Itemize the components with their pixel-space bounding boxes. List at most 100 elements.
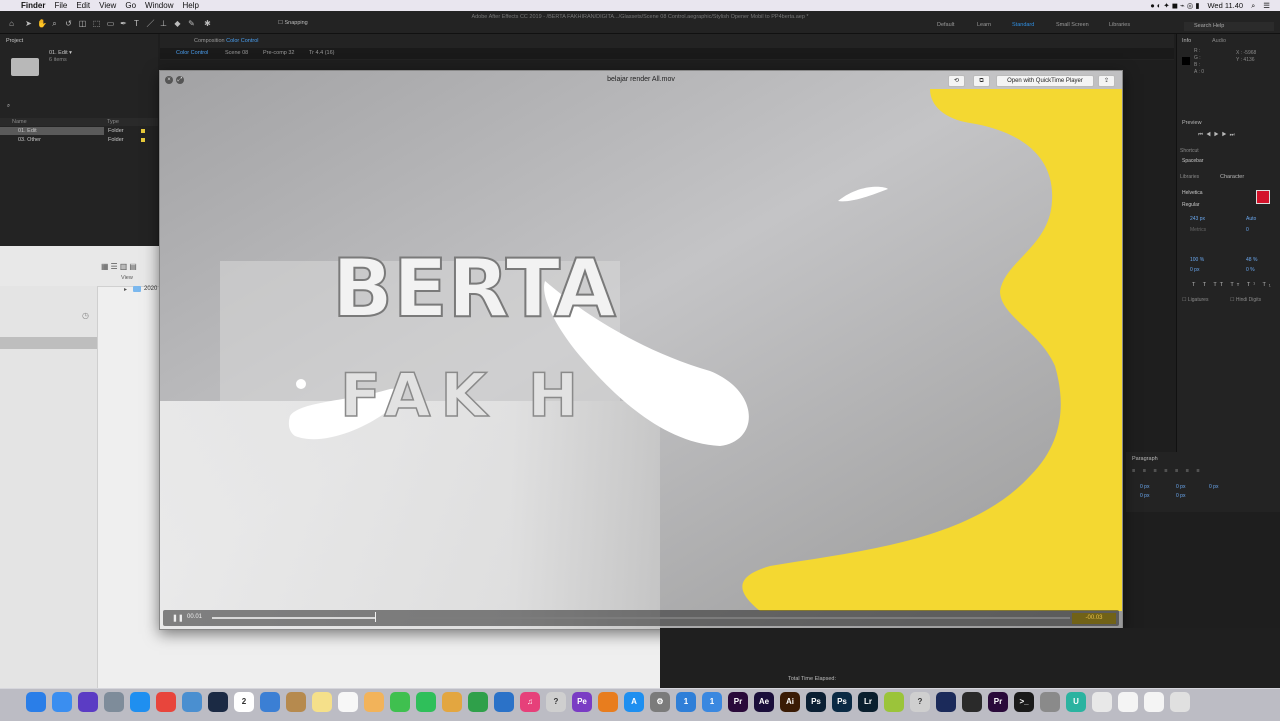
dock-finder-icon[interactable]: [26, 692, 46, 712]
dock-quicktime-icon[interactable]: [208, 692, 228, 712]
dock-scripteditor-icon[interactable]: [442, 692, 462, 712]
kerning-value[interactable]: Metrics: [1190, 227, 1206, 233]
menu-help[interactable]: Help: [182, 1, 198, 10]
pause-icon[interactable]: ❚❚: [172, 614, 184, 622]
leading-value[interactable]: Auto: [1246, 216, 1256, 222]
dock-photos-icon[interactable]: [364, 692, 384, 712]
dock-siri-icon[interactable]: [78, 692, 98, 712]
audio-tab[interactable]: Audio: [1212, 38, 1226, 44]
eraser-tool-icon[interactable]: ◆: [173, 19, 182, 28]
dock-printer-icon[interactable]: [1092, 692, 1112, 712]
dock-one-icon[interactable]: 1: [676, 692, 696, 712]
hindi-digits-checkbox[interactable]: ☐ Hindi Digits: [1230, 297, 1261, 303]
snapping-toggle[interactable]: ☐ Snapping: [278, 19, 318, 28]
dock-unknown3-icon[interactable]: [1040, 692, 1060, 712]
video-frame[interactable]: BERTA FAK H: [160, 71, 1122, 629]
project-row-selected[interactable]: [0, 127, 104, 135]
shortcut-dropdown[interactable]: Spacebar: [1182, 158, 1203, 164]
dock-window-icon[interactable]: [1144, 692, 1164, 712]
status-icons[interactable]: ● ◐ ✦ ◼ ⌁ ◎ ▮: [1150, 1, 1199, 10]
list-icon[interactable]: ☰: [1263, 1, 1270, 10]
dock-davinci-icon[interactable]: [962, 692, 982, 712]
dock-one2-icon[interactable]: 1: [702, 692, 722, 712]
workspace-libraries[interactable]: Libraries: [1109, 22, 1130, 28]
clone-tool-icon[interactable]: ⊥: [159, 19, 168, 28]
para-space-before[interactable]: 0 px: [1140, 493, 1149, 499]
hand-tool-icon[interactable]: ✋: [37, 19, 47, 28]
col-type[interactable]: Type: [107, 119, 119, 125]
dock-photoshop2-icon[interactable]: Ps: [832, 692, 852, 712]
dock-files-icon[interactable]: [52, 692, 72, 712]
dock-blender-icon[interactable]: [598, 692, 618, 712]
open-with-quicktime-button[interactable]: Open with QuickTime Player: [996, 75, 1094, 87]
menu-window[interactable]: Window: [145, 1, 173, 10]
dock-trash-icon[interactable]: [1170, 692, 1190, 712]
dock-keynote2-icon[interactable]: [494, 692, 514, 712]
menu-view[interactable]: View: [99, 1, 116, 10]
preview-controls[interactable]: ⏮◀▶▶⏭: [1198, 132, 1238, 139]
finder-folder-name[interactable]: 2020: [144, 286, 157, 292]
dock-settings-icon[interactable]: ⚙: [650, 692, 670, 712]
project-row-name[interactable]: 01. Edit: [18, 128, 37, 134]
comp-tab-precomp[interactable]: Pre-comp 32: [263, 50, 295, 56]
brush-tool-icon[interactable]: ／: [146, 19, 155, 28]
ligatures-checkbox[interactable]: ☐ Ligatures: [1182, 297, 1208, 303]
dock-keynote-icon[interactable]: [260, 692, 280, 712]
dock-notebook-icon[interactable]: [286, 692, 306, 712]
project-row-name[interactable]: 03. Other: [18, 137, 41, 143]
dock-preview-icon[interactable]: [182, 692, 202, 712]
font-family-dropdown[interactable]: Helvetica: [1182, 190, 1203, 196]
project-search-icon[interactable]: ⌕: [7, 103, 10, 110]
faux-style-buttons[interactable]: T T TT Tт T¹ T₁: [1192, 282, 1274, 288]
shape-tool-icon[interactable]: ▭: [106, 19, 115, 28]
menu-finder[interactable]: Finder: [21, 1, 45, 10]
dock-pe-icon[interactable]: Pe: [572, 692, 592, 712]
share-button[interactable]: ⇪: [1098, 75, 1115, 87]
menu-edit[interactable]: Edit: [76, 1, 90, 10]
finder-view-buttons[interactable]: ▦☰▥▤: [101, 262, 139, 271]
rotate-button[interactable]: ⟲: [948, 75, 965, 87]
workspace-standard[interactable]: Standard: [1012, 22, 1034, 28]
preview-tab[interactable]: Preview: [1182, 120, 1202, 126]
text-fill-color-swatch[interactable]: [1256, 190, 1270, 204]
baseline-value[interactable]: 0 px: [1190, 267, 1199, 273]
finder-sidebar-selected[interactable]: [0, 337, 97, 349]
pan-behind-tool-icon[interactable]: ⬚: [92, 19, 101, 28]
tsume-value[interactable]: 0 %: [1246, 267, 1255, 273]
scrubber-playhead[interactable]: [375, 612, 376, 622]
roto-tool-icon[interactable]: ✎: [187, 19, 196, 28]
dock-photoshop-icon[interactable]: Ps: [806, 692, 826, 712]
spotlight-icon[interactable]: ⌕: [1251, 1, 1255, 11]
label-color-swatch[interactable]: [141, 138, 145, 142]
menubar-clock[interactable]: Wed 11.40: [1207, 1, 1243, 10]
type-tool-icon[interactable]: T: [132, 19, 141, 28]
dock-premiere2-icon[interactable]: Pr: [988, 692, 1008, 712]
font-style-dropdown[interactable]: Regular: [1182, 202, 1200, 208]
col-name[interactable]: Name: [12, 119, 27, 125]
comp-tab-tr[interactable]: Tr 4.4 (16): [309, 50, 334, 56]
workspace-learn[interactable]: Learn: [977, 22, 991, 28]
dock-aftereffects-icon[interactable]: Ae: [754, 692, 774, 712]
workspace-small-screen[interactable]: Small Screen: [1056, 22, 1089, 28]
trim-button[interactable]: ⧉: [973, 75, 990, 87]
dock-facetime-icon[interactable]: [416, 692, 436, 712]
project-tab[interactable]: Project: [6, 38, 23, 44]
para-indent-left[interactable]: 0 px: [1140, 484, 1149, 490]
paragraph-tab[interactable]: Paragraph: [1132, 456, 1158, 462]
dock-chrome-icon[interactable]: [156, 692, 176, 712]
character-tab[interactable]: Character: [1220, 174, 1244, 180]
menu-file[interactable]: File: [54, 1, 67, 10]
search-help-input[interactable]: Search Help: [1184, 22, 1274, 31]
comp-tab-color-control[interactable]: Color Control: [176, 50, 208, 56]
dock-upwork-icon[interactable]: U: [1066, 692, 1086, 712]
font-size-value[interactable]: 243 px: [1190, 216, 1205, 222]
paragraph-align-buttons[interactable]: ≡ ≡ ≡ ≡ ≡ ≡ ≡: [1132, 468, 1203, 474]
dock-cinema4d-icon[interactable]: [936, 692, 956, 712]
dock-reminders-icon[interactable]: [338, 692, 358, 712]
para-indent-right[interactable]: 0 px: [1176, 484, 1185, 490]
rotate-tool-icon[interactable]: ↺: [64, 19, 73, 28]
dock-numbers-icon[interactable]: [468, 692, 488, 712]
dock-doc-icon[interactable]: [1118, 692, 1138, 712]
disclosure-icon[interactable]: ▸: [124, 286, 127, 293]
comp-tab-scene[interactable]: Scene 08: [225, 50, 248, 56]
